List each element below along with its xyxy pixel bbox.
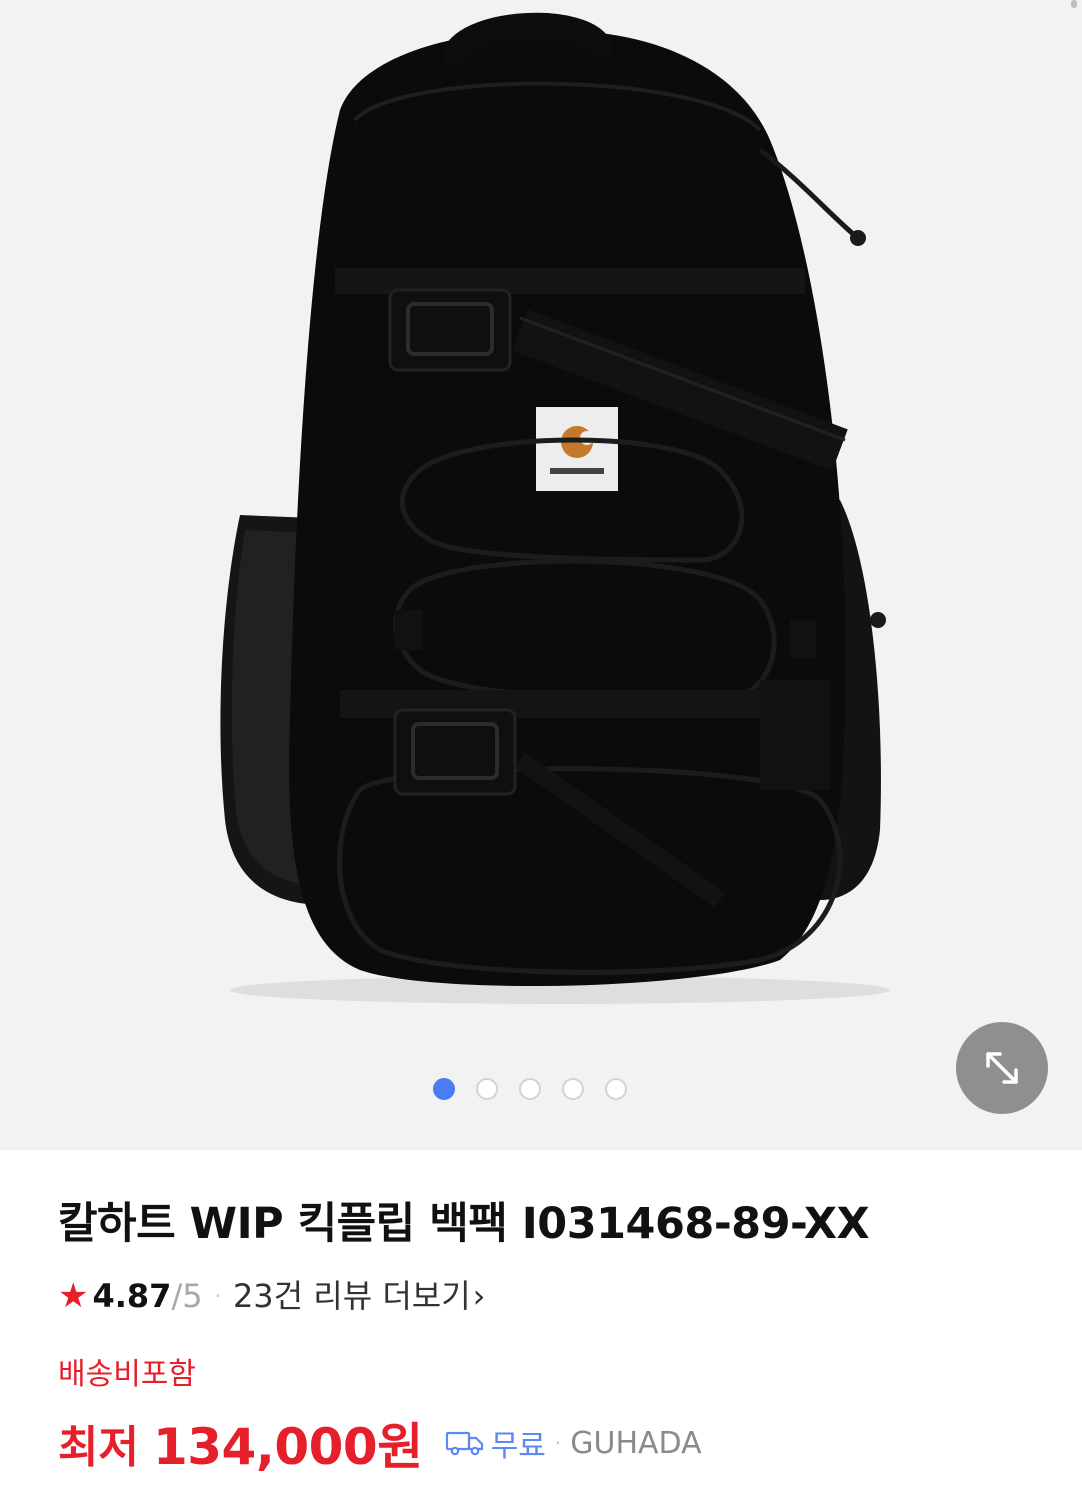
rating-row: ★ 4.87 /5 · 23건 리뷰 더보기› — [58, 1279, 1062, 1313]
rating-max: /5 — [171, 1277, 203, 1316]
pagination-dot-1[interactable] — [433, 1078, 455, 1100]
product-info: 칼하트 WIP 킥플립 백팩 I031468-89-XX ★ 4.87 /5 ·… — [58, 1199, 1062, 1479]
chevron-right-icon: › — [472, 1277, 486, 1316]
shipping-included-label: 배송비포함 — [58, 1357, 196, 1393]
free-shipping: 무료 — [445, 1421, 546, 1465]
separator-dot: · — [554, 1431, 562, 1456]
reviews-more-label: 23건 리뷰 더보기 — [232, 1277, 471, 1316]
expand-image-button[interactable] — [956, 1022, 1048, 1114]
pagination-dot-5[interactable] — [605, 1078, 627, 1100]
seller-name[interactable]: GUHADA — [570, 1426, 701, 1461]
separator-dot: · — [214, 1284, 221, 1309]
image-pagination-dots[interactable] — [433, 1078, 627, 1100]
product-image-gallery[interactable] — [0, 0, 1082, 1150]
pagination-dot-3[interactable] — [519, 1078, 541, 1100]
pagination-dot-4[interactable] — [562, 1078, 584, 1100]
price-amount: 134,000원 — [152, 1418, 423, 1477]
price-row: 최저 134,000원 무료 · GUHADA — [58, 1407, 1062, 1479]
expand-arrows-icon — [986, 1052, 1018, 1084]
scrollbar-thumb[interactable] — [1071, 0, 1077, 8]
product-title: 칼하트 WIP 킥플립 백팩 I031468-89-XX — [58, 1199, 870, 1249]
star-icon: ★ — [58, 1276, 89, 1317]
rating-value: 4.87 — [92, 1277, 172, 1316]
reviews-more-link[interactable]: 23건 리뷰 더보기› — [233, 1280, 486, 1312]
pagination-dot-2[interactable] — [476, 1078, 498, 1100]
product-image[interactable] — [0, 0, 1082, 1150]
lowest-price-label: 최저 — [58, 1422, 139, 1474]
free-shipping-label: 무료 — [490, 1429, 546, 1465]
truck-icon — [445, 1432, 483, 1456]
